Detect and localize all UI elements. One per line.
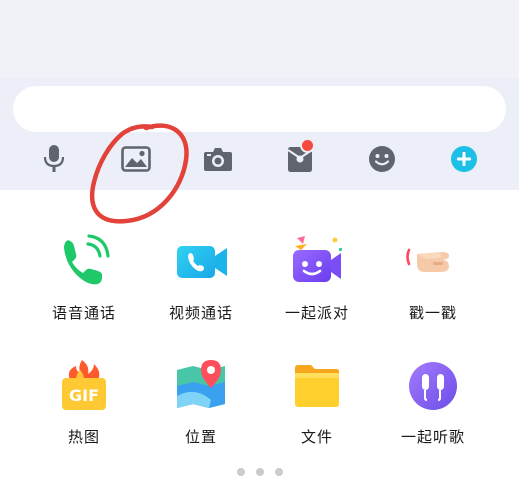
file-label: 文件 [300,428,333,446]
video-call-icon [177,246,227,278]
gif-item[interactable]: GIF 热图 [29,356,139,476]
page-dot[interactable] [255,468,264,476]
location-icon [177,360,225,408]
red-packet-button[interactable] [277,136,323,182]
poke-icon [406,248,449,272]
music-icon [409,362,457,410]
microphone-icon [43,145,65,172]
file-item[interactable]: 文件 [262,356,372,476]
plus-circle-icon [451,146,477,172]
notification-dot [300,138,315,153]
image-icon [121,146,151,172]
input-toolbar [0,136,519,182]
gif-label: 热图 [67,428,100,446]
poke-item[interactable]: 戳一戳 [378,232,488,352]
message-list-edge [0,0,519,78]
page-indicator[interactable] [0,468,519,482]
message-input[interactable] [13,86,506,132]
poke-label: 戳一戳 [408,304,457,322]
file-icon [295,365,339,407]
location-item[interactable]: 位置 [146,356,256,476]
party-label: 一起派对 [284,304,349,322]
party-icon [293,236,342,282]
page-dot[interactable] [236,468,245,476]
page-dot[interactable] [274,468,283,476]
svg-text:GIF: GIF [69,386,99,405]
music-item[interactable]: 一起听歌 [378,356,488,476]
camera-button[interactable] [195,136,241,182]
chat-input-area [0,0,519,190]
emoji-button[interactable] [359,136,405,182]
video-call-item[interactable]: 视频通话 [146,232,256,352]
party-item[interactable]: 一起派对 [262,232,372,352]
voice-call-label: 语音通话 [51,304,116,322]
more-button[interactable] [441,136,487,182]
voice-button[interactable] [31,136,77,182]
location-label: 位置 [184,428,217,446]
music-label: 一起听歌 [400,428,465,446]
image-button[interactable] [113,136,159,182]
camera-icon [204,148,232,171]
emoji-icon [369,146,395,172]
voice-call-item[interactable]: 语音通话 [29,232,139,352]
gif-icon: GIF [62,360,106,410]
video-call-label: 视频通话 [168,304,233,322]
voice-call-icon [64,234,110,285]
